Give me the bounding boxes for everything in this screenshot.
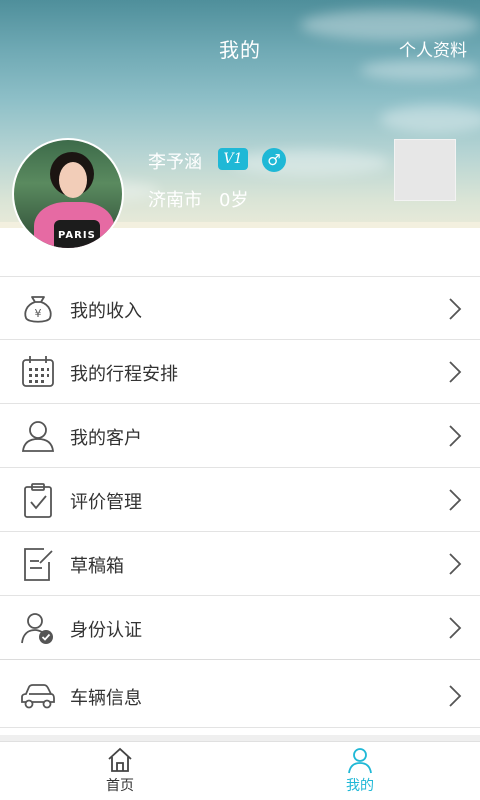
- menu-item-label: 草稿箱: [70, 556, 124, 577]
- user-icon: [20, 418, 56, 454]
- chevron-right-icon: [449, 298, 462, 320]
- profile-info-link[interactable]: 个人资料: [399, 36, 467, 61]
- male-gender-icon: ♂: [262, 148, 286, 172]
- user-verified-icon: [20, 610, 56, 646]
- income-bag-icon: ¥: [20, 291, 56, 327]
- menu-item-vehicle[interactable]: 车辆信息: [0, 664, 480, 728]
- menu-item-label: 我的客户: [70, 428, 142, 449]
- user-city: 济南市: [148, 190, 202, 211]
- qr-code-placeholder[interactable]: [394, 139, 456, 201]
- car-icon: [20, 678, 56, 714]
- chevron-right-icon: [449, 685, 462, 707]
- svg-text:¥: ¥: [35, 307, 42, 320]
- bottom-tab-bar: 首页 我的: [0, 741, 480, 800]
- menu-item-label: 车辆信息: [70, 688, 142, 709]
- menu-item-reviews[interactable]: 评价管理: [0, 468, 480, 532]
- home-icon: [108, 747, 132, 772]
- tab-label: 我的: [346, 778, 374, 794]
- menu-list: ¥ 我的收入 我的行程安排 我的客户 评价管理 草稿箱 身份认证 车辆信息: [0, 276, 480, 728]
- vip-level-badge: V1: [218, 148, 248, 170]
- chevron-right-icon: [449, 617, 462, 639]
- menu-item-identity[interactable]: 身份认证: [0, 596, 480, 660]
- tab-home[interactable]: 首页: [0, 742, 240, 800]
- tab-mine[interactable]: 我的: [240, 742, 480, 800]
- menu-item-schedule[interactable]: 我的行程安排: [0, 340, 480, 404]
- clipboard-check-icon: [20, 482, 56, 518]
- menu-item-label: 我的收入: [70, 301, 142, 322]
- menu-item-label: 评价管理: [70, 492, 142, 513]
- user-age: 0岁: [219, 190, 249, 211]
- menu-item-customers[interactable]: 我的客户: [0, 404, 480, 468]
- menu-item-label: 我的行程安排: [70, 364, 178, 385]
- calendar-icon: [20, 354, 56, 390]
- avatar[interactable]: PARIS: [12, 138, 124, 250]
- menu-item-income[interactable]: ¥ 我的收入: [0, 276, 480, 340]
- menu-item-label: 身份认证: [70, 620, 142, 641]
- avatar-shirt-text: PARIS: [58, 230, 96, 241]
- draft-edit-icon: [20, 546, 56, 582]
- person-icon: [348, 748, 372, 774]
- chevron-right-icon: [449, 553, 462, 575]
- tab-label: 首页: [106, 778, 134, 794]
- chevron-right-icon: [449, 425, 462, 447]
- chevron-right-icon: [449, 361, 462, 383]
- chevron-right-icon: [449, 489, 462, 511]
- menu-item-drafts[interactable]: 草稿箱: [0, 532, 480, 596]
- user-name: 李予涵: [148, 152, 202, 173]
